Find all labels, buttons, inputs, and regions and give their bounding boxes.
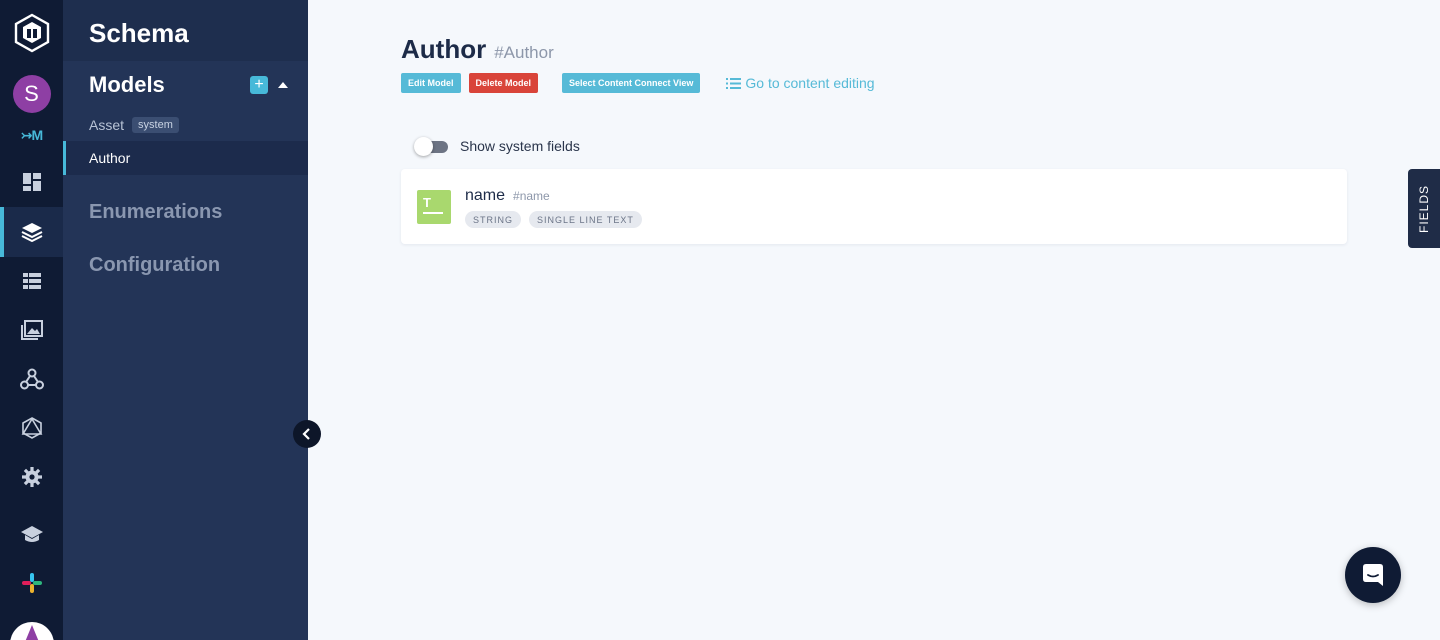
single-line-text-icon: T [417, 190, 451, 224]
graphcms-logo-icon[interactable] [0, 12, 63, 54]
model-item-author[interactable]: Author [63, 141, 308, 175]
field-tags: STRING SINGLE LINE TEXT [465, 211, 650, 228]
settings-gear-icon[interactable] [0, 465, 63, 489]
toggle-label: Show system fields [460, 138, 580, 154]
api-playground-icon[interactable] [0, 416, 63, 440]
avatar: S [12, 75, 51, 113]
model-actions: Edit Model Delete Model Select Content C… [401, 73, 875, 93]
learn-icon[interactable] [0, 522, 63, 546]
select-content-connect-view-button[interactable]: Select Content Connect View [562, 73, 701, 93]
system-fields-toggle-row: Show system fields [414, 136, 580, 156]
user-profile-avatar[interactable] [0, 620, 63, 640]
field-icon-underline [423, 212, 443, 214]
page-title: Author [401, 34, 487, 64]
model-item-label: Asset [89, 117, 125, 133]
fields-panel-tab[interactable]: FIELDS [1408, 169, 1440, 248]
chevron-left-icon [302, 428, 310, 440]
model-header: Author #Author [401, 34, 554, 65]
webhooks-icon[interactable] [0, 367, 63, 391]
dashboard-icon[interactable] [0, 170, 63, 194]
fields-tab-label: FIELDS [1417, 184, 1431, 233]
system-tag: system [132, 117, 179, 133]
field-api-id: #name [513, 189, 550, 203]
integrations-icon[interactable] [0, 571, 63, 595]
chat-icon [1363, 564, 1383, 586]
field-type-tag: SINGLE LINE TEXT [529, 211, 642, 228]
project-avatar[interactable]: S [0, 74, 63, 114]
chat-support-button[interactable] [1345, 547, 1401, 603]
sidebar-title: Schema [63, 0, 308, 61]
collapse-models-caret-icon[interactable] [278, 82, 288, 88]
assets-image-icon[interactable] [0, 318, 63, 342]
edit-model-button[interactable]: Edit Model [401, 73, 461, 93]
field-card-name[interactable]: T name #name STRING SINGLE LINE TEXT [401, 169, 1347, 244]
content-table-icon[interactable] [0, 269, 63, 293]
environment-switcher[interactable]: ↣M [0, 124, 63, 146]
sidebar-item-configuration[interactable]: Configuration [89, 254, 220, 277]
delete-model-button[interactable]: Delete Model [468, 73, 539, 93]
toggle-knob [414, 137, 433, 156]
list-icon [726, 77, 742, 89]
show-system-fields-toggle[interactable] [414, 136, 448, 156]
model-api-id: #Author [494, 43, 554, 62]
model-item-label: Author [89, 150, 131, 166]
schema-layers-icon[interactable] [0, 220, 63, 244]
add-model-button[interactable]: + [250, 76, 268, 94]
field-icon-letter: T [423, 195, 431, 210]
icon-rail: S ↣M [0, 0, 63, 640]
sidebar-item-enumerations[interactable]: Enumerations [89, 201, 222, 224]
collapse-sidebar-button[interactable] [293, 420, 321, 448]
go-to-content-editing-label: Go to content editing [745, 75, 875, 91]
models-header: Models + [89, 70, 288, 100]
models-heading: Models [89, 72, 165, 97]
field-type-tag: STRING [465, 211, 522, 228]
schema-sidebar: Schema Models + Asset system Author Enum… [63, 0, 308, 640]
environment-badge: ↣M [20, 126, 43, 143]
go-to-content-editing-link[interactable]: Go to content editing [726, 75, 875, 91]
field-title: name #name [465, 187, 550, 205]
field-name: name [465, 187, 506, 204]
model-item-asset[interactable]: Asset system [63, 108, 308, 142]
